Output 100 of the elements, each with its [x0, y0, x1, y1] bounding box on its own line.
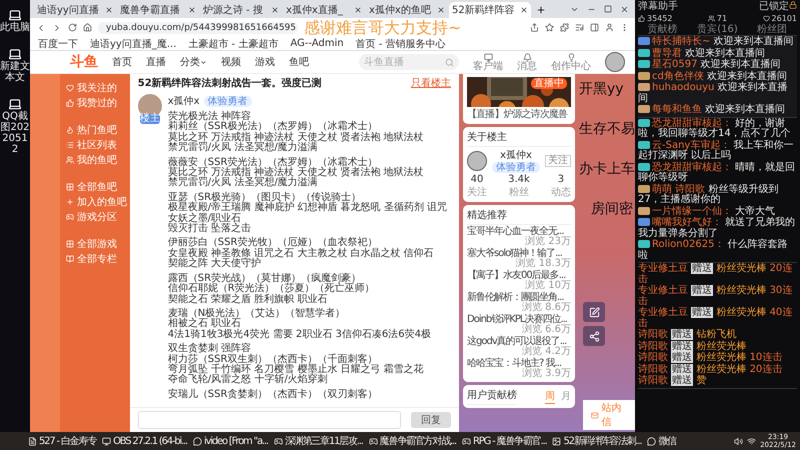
menu-item-icon: [66, 156, 74, 164]
stream-caption[interactable]: 【直播】炉源之诗次魔兽: [467, 108, 571, 121]
post-line: 毁灭打击 坠落之击: [168, 224, 252, 234]
close-icon[interactable]: [354, 6, 362, 14]
close-icon[interactable]: [105, 6, 113, 14]
share-button[interactable]: [583, 326, 605, 346]
chat-stat: 26101: [762, 14, 797, 22]
nav-link[interactable]: 视频: [221, 55, 241, 69]
author-name[interactable]: x孤仲x: [500, 148, 532, 162]
menu-item-icon: [66, 84, 74, 92]
nav-link[interactable]: 首页: [112, 55, 132, 69]
close-icon[interactable]: [271, 6, 279, 14]
post-line: 相被之石 职业石: [168, 319, 241, 330]
user-avatar[interactable]: [605, 52, 625, 72]
browser-tab[interactable]: 迪语yy问直播: [34, 2, 116, 18]
home-icon[interactable]: [83, 23, 92, 32]
taskbar-item[interactable]: 微信: [645, 432, 678, 450]
pick-title[interactable]: 塞大爷solo猫神！输了...: [467, 248, 571, 259]
bookmark[interactable]: 百度一下: [38, 36, 78, 50]
taskbar-item[interactable]: 527 - 白金寿专: [26, 432, 98, 450]
pick-title[interactable]: Doinb锐评KPL决赛四位...: [467, 314, 571, 325]
nav-link[interactable]: 分类: [180, 55, 207, 69]
taskbar-item[interactable]: 魔兽争霸官方对战...: [366, 432, 458, 450]
menu-item-icon: [66, 182, 74, 190]
header-icon-label[interactable]: 创作中心: [551, 62, 591, 72]
stream-card[interactable]: 直播中 【直播】炉源之诗次魔兽: [463, 74, 575, 124]
close-icon[interactable]: [437, 6, 445, 14]
browser-tab[interactable]: 魔兽争霸直播: [117, 2, 199, 18]
bookmark[interactable]: 首页 - 营销服务中心: [356, 36, 446, 50]
pick-title[interactable]: 哈哈宝宝：斗地主? 我...: [467, 358, 571, 369]
lock-status[interactable]: 已锁定: [759, 0, 797, 12]
desktop-icon[interactable]: [8, 47, 22, 61]
share-icon[interactable]: [530, 23, 539, 32]
post-line: 4法1骑1牧3极光4荧光 需要 2职业石 3信仰石凑6法6荧4极: [168, 330, 432, 340]
star-icon[interactable]: [545, 23, 554, 32]
profile-icon[interactable]: [605, 23, 614, 32]
desktop-icon-label: QQ截图20220512: [0, 111, 30, 155]
maximize-icon[interactable]: [604, 5, 612, 13]
puzzle-icon[interactable]: [560, 23, 569, 32]
follow-button[interactable]: 关注: [545, 154, 571, 166]
chat-column-tab[interactable]: 贵宾(16): [697, 24, 738, 35]
desktop-icon[interactable]: [8, 97, 22, 111]
taskbar-item[interactable]: RPG - 魔兽争霸官...: [460, 432, 548, 450]
header-icon-label[interactable]: 消息: [517, 62, 537, 72]
welcome-message: 曹导君 欢迎来到本直播间: [638, 48, 797, 59]
chat-message: 萌萌 诗阳歌 粉丝等级升级到 27，主播感谢你的: [638, 184, 780, 206]
pick-title[interactable]: 【寓子】水友00后最多...: [467, 270, 571, 281]
reply-button[interactable]: 回复: [411, 412, 451, 428]
close-icon[interactable]: [188, 6, 196, 14]
app-icon: [274, 436, 283, 446]
header-icon-label[interactable]: 客户端: [473, 62, 503, 72]
chat-message: 恐龙甜甜审核起： 好的，谢谢啦，我回聊等级才14，点不了几个: [638, 118, 792, 140]
browser-tab[interactable]: 52新羁绊阵容: [449, 2, 531, 18]
chat-column-tab[interactable]: 粉丝团: [757, 24, 788, 35]
close-icon[interactable]: [520, 6, 528, 14]
browser-tab[interactable]: 炉源之诗 - 搜: [200, 2, 282, 18]
taskbar-item[interactable]: ivideo [From "a...: [191, 432, 270, 450]
app-icon: [28, 436, 37, 446]
taskbar-item[interactable]: OBS 27.2.1 (64-bi...: [100, 432, 190, 450]
edit-button[interactable]: [583, 302, 605, 322]
gift-message: 诗阳歌 赠送 粉丝荧光棒: [638, 342, 748, 352]
only-op-link[interactable]: 只看楼主: [411, 76, 451, 90]
post-line: 夺命飞轮/风雷之怒 十字斩/火焰穿刺: [168, 375, 329, 386]
chat-column-tab[interactable]: 贡献榜: [648, 24, 678, 35]
close-icon[interactable]: [620, 4, 629, 14]
new-tab-icon[interactable]: [536, 5, 546, 15]
browser-tab[interactable]: x孤仲x的鱼吧: [366, 2, 448, 18]
taskbar-item[interactable]: 52新羁绊阵容法刺...: [550, 432, 644, 450]
author-name[interactable]: x孤仲x: [168, 94, 200, 108]
header-icon[interactable]: [522, 52, 532, 62]
browser-tab[interactable]: x孤仲x直播_: [283, 2, 365, 18]
reply-field[interactable]: [138, 411, 401, 429]
author-badge: 体验勇者: [204, 96, 252, 106]
stat-label: 动态: [550, 186, 571, 199]
sidebar-icon[interactable]: [590, 23, 599, 32]
reload-icon[interactable]: [68, 23, 77, 32]
pick-title[interactable]: 这godv真的可以退役了...: [467, 336, 571, 347]
bookmark[interactable]: 迪语yy问直播_魔...: [90, 36, 176, 50]
nav-link[interactable]: 游戏: [255, 55, 275, 69]
bookmark[interactable]: 土豪超市 - 土豪超市: [188, 36, 278, 50]
header-icon[interactable]: [566, 52, 576, 62]
nav-link[interactable]: 鱼吧: [289, 55, 309, 69]
chat-title: 弹幕助手: [638, 0, 678, 12]
network-icon[interactable]: [747, 436, 756, 446]
volume-icon[interactable]: [734, 436, 744, 446]
desktop-icon[interactable]: [8, 8, 22, 22]
media-icon[interactable]: [575, 23, 584, 32]
pick-title[interactable]: 宝哥半年心血一夜全无...: [467, 226, 571, 237]
bookmark[interactable]: AG--Admin: [290, 38, 344, 49]
card-title: 关于楼主: [467, 130, 571, 147]
view-count: 浏览 8.6万: [522, 303, 571, 313]
address-field[interactable]: yuba.douyu.com/p/544399981651664595: [98, 22, 298, 34]
taskbar-item[interactable]: 深渊第三章11层攻...: [272, 432, 365, 450]
gift-message: 诗阳歌 赠送 粉丝荧光棒 20连击: [638, 364, 784, 374]
caret-icon: [200, 58, 207, 66]
chat-message: 嘴嘴我好气好： 就送了兄弟我的我力量弹条分割了: [638, 218, 796, 238]
chat-stat: 71: [708, 14, 728, 22]
pick-title[interactable]: 新鲁伦解析：團圆坐角...: [467, 292, 571, 303]
nav-link[interactable]: 直播: [146, 55, 166, 69]
header-icon[interactable]: [484, 52, 492, 62]
